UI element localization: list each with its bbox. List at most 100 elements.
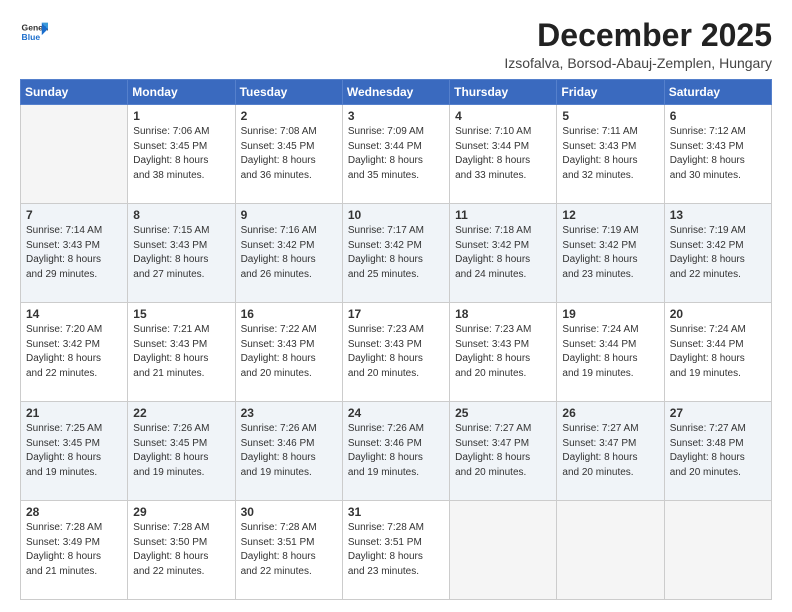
calendar-cell	[664, 501, 771, 600]
calendar-cell: 9 Sunrise: 7:16 AM Sunset: 3:42 PM Daylig…	[235, 204, 342, 303]
calendar-cell: 31 Sunrise: 7:28 AM Sunset: 3:51 PM Dayli…	[342, 501, 449, 600]
day-info: Sunrise: 7:16 AM Sunset: 3:42 PM Dayligh…	[241, 224, 337, 282]
calendar-cell: 3Sunrise: 7:09 AM Sunset: 3:44 PM Daylig…	[342, 105, 449, 204]
calendar-cell: 5 Sunrise: 7:11 AM Sunset: 3:43 PM Daylig…	[557, 105, 664, 204]
week-row-2: 7 Sunrise: 7:14 AM Sunset: 3:43 PM Daylig…	[21, 204, 772, 303]
day-number: 9	[241, 208, 337, 222]
calendar-cell: 8Sunrise: 7:15 AM Sunset: 3:43 PM Daylig…	[128, 204, 235, 303]
svg-text:Blue: Blue	[22, 32, 41, 42]
calendar-cell	[450, 501, 557, 600]
day-info: Sunrise: 7:09 AM Sunset: 3:44 PM Dayligh…	[348, 125, 444, 183]
day-number: 27	[670, 406, 766, 420]
day-info: Sunrise: 7:23 AM Sunset: 3:43 PM Dayligh…	[455, 323, 551, 381]
day-number: 7	[26, 208, 122, 222]
day-info: Sunrise: 7:17 AM Sunset: 3:42 PM Dayligh…	[348, 224, 444, 282]
day-number: 11	[455, 208, 551, 222]
day-info: Sunrise: 7:08 AM Sunset: 3:45 PM Dayligh…	[241, 125, 337, 183]
header: General Blue December 2025 Izsofalva, Bo…	[20, 18, 772, 71]
day-info: Sunrise: 7:28 AM Sunset: 3:51 PM Dayligh…	[348, 521, 444, 579]
header-friday: Friday	[557, 80, 664, 105]
day-number: 26	[562, 406, 658, 420]
day-info: Sunrise: 7:28 AM Sunset: 3:51 PM Dayligh…	[241, 521, 337, 579]
day-number: 12	[562, 208, 658, 222]
day-number: 25	[455, 406, 551, 420]
calendar-cell: 28 Sunrise: 7:28 AM Sunset: 3:49 PM Dayli…	[21, 501, 128, 600]
day-info: Sunrise: 7:19 AM Sunset: 3:42 PM Dayligh…	[562, 224, 658, 282]
calendar-cell	[21, 105, 128, 204]
day-number: 6	[670, 109, 766, 123]
day-number: 13	[670, 208, 766, 222]
day-info: Sunrise: 7:23 AM Sunset: 3:43 PM Dayligh…	[348, 323, 444, 381]
calendar-cell: 22 Sunrise: 7:26 AM Sunset: 3:45 PM Dayli…	[128, 402, 235, 501]
day-number: 17	[348, 307, 444, 321]
calendar-cell: 19 Sunrise: 7:24 AM Sunset: 3:44 PM Dayli…	[557, 303, 664, 402]
calendar-cell: 13 Sunrise: 7:19 AM Sunset: 3:42 PM Dayli…	[664, 204, 771, 303]
day-info: Sunrise: 7:06 AM Sunset: 3:45 PM Dayligh…	[133, 125, 229, 183]
day-number: 2	[241, 109, 337, 123]
day-number: 28	[26, 505, 122, 519]
week-row-3: 14Sunrise: 7:20 AM Sunset: 3:42 PM Dayli…	[21, 303, 772, 402]
calendar-cell: 11 Sunrise: 7:18 AM Sunset: 3:42 PM Dayli…	[450, 204, 557, 303]
day-number: 24	[348, 406, 444, 420]
day-info: Sunrise: 7:27 AM Sunset: 3:47 PM Dayligh…	[562, 422, 658, 480]
title-block: December 2025 Izsofalva, Borsod-Abauj-Ze…	[504, 18, 772, 71]
day-info: Sunrise: 7:20 AM Sunset: 3:42 PM Dayligh…	[26, 323, 122, 381]
day-number: 18	[455, 307, 551, 321]
calendar-cell: 26 Sunrise: 7:27 AM Sunset: 3:47 PM Dayli…	[557, 402, 664, 501]
calendar-cell: 10 Sunrise: 7:17 AM Sunset: 3:42 PM Dayli…	[342, 204, 449, 303]
day-number: 5	[562, 109, 658, 123]
day-info: Sunrise: 7:27 AM Sunset: 3:48 PM Dayligh…	[670, 422, 766, 480]
day-info: Sunrise: 7:19 AM Sunset: 3:42 PM Dayligh…	[670, 224, 766, 282]
day-number: 8	[133, 208, 229, 222]
calendar-cell: 2 Sunrise: 7:08 AM Sunset: 3:45 PM Daylig…	[235, 105, 342, 204]
calendar-cell: 25 Sunrise: 7:27 AM Sunset: 3:47 PM Dayli…	[450, 402, 557, 501]
day-info: Sunrise: 7:24 AM Sunset: 3:44 PM Dayligh…	[562, 323, 658, 381]
day-info: Sunrise: 7:26 AM Sunset: 3:46 PM Dayligh…	[241, 422, 337, 480]
day-info: Sunrise: 7:11 AM Sunset: 3:43 PM Dayligh…	[562, 125, 658, 183]
calendar-cell: 14Sunrise: 7:20 AM Sunset: 3:42 PM Dayli…	[21, 303, 128, 402]
day-info: Sunrise: 7:18 AM Sunset: 3:42 PM Dayligh…	[455, 224, 551, 282]
week-row-4: 21Sunrise: 7:25 AM Sunset: 3:45 PM Dayli…	[21, 402, 772, 501]
day-info: Sunrise: 7:26 AM Sunset: 3:46 PM Dayligh…	[348, 422, 444, 480]
calendar-cell	[557, 501, 664, 600]
calendar-cell: 30 Sunrise: 7:28 AM Sunset: 3:51 PM Dayli…	[235, 501, 342, 600]
day-info: Sunrise: 7:28 AM Sunset: 3:49 PM Dayligh…	[26, 521, 122, 579]
calendar-cell: 7 Sunrise: 7:14 AM Sunset: 3:43 PM Daylig…	[21, 204, 128, 303]
week-row-1: 1 Sunrise: 7:06 AM Sunset: 3:45 PM Daylig…	[21, 105, 772, 204]
day-number: 15	[133, 307, 229, 321]
calendar-cell: 6Sunrise: 7:12 AM Sunset: 3:43 PM Daylig…	[664, 105, 771, 204]
day-number: 10	[348, 208, 444, 222]
header-thursday: Thursday	[450, 80, 557, 105]
calendar-cell: 20Sunrise: 7:24 AM Sunset: 3:44 PM Dayli…	[664, 303, 771, 402]
day-info: Sunrise: 7:14 AM Sunset: 3:43 PM Dayligh…	[26, 224, 122, 282]
day-number: 16	[241, 307, 337, 321]
logo: General Blue	[20, 18, 48, 46]
header-saturday: Saturday	[664, 80, 771, 105]
header-wednesday: Wednesday	[342, 80, 449, 105]
calendar-table: Sunday Monday Tuesday Wednesday Thursday…	[20, 79, 772, 600]
day-number: 31	[348, 505, 444, 519]
day-info: Sunrise: 7:28 AM Sunset: 3:50 PM Dayligh…	[133, 521, 229, 579]
day-number: 19	[562, 307, 658, 321]
subtitle: Izsofalva, Borsod-Abauj-Zemplen, Hungary	[504, 55, 772, 71]
calendar-cell: 23Sunrise: 7:26 AM Sunset: 3:46 PM Dayli…	[235, 402, 342, 501]
day-number: 29	[133, 505, 229, 519]
header-sunday: Sunday	[21, 80, 128, 105]
calendar-cell: 1 Sunrise: 7:06 AM Sunset: 3:45 PM Daylig…	[128, 105, 235, 204]
day-info: Sunrise: 7:24 AM Sunset: 3:44 PM Dayligh…	[670, 323, 766, 381]
day-number: 30	[241, 505, 337, 519]
logo-icon: General Blue	[20, 18, 48, 46]
calendar-cell: 15Sunrise: 7:21 AM Sunset: 3:43 PM Dayli…	[128, 303, 235, 402]
day-number: 4	[455, 109, 551, 123]
day-number: 22	[133, 406, 229, 420]
calendar-cell: 18 Sunrise: 7:23 AM Sunset: 3:43 PM Dayli…	[450, 303, 557, 402]
calendar-cell: 12 Sunrise: 7:19 AM Sunset: 3:42 PM Dayli…	[557, 204, 664, 303]
day-number: 1	[133, 109, 229, 123]
day-info: Sunrise: 7:10 AM Sunset: 3:44 PM Dayligh…	[455, 125, 551, 183]
calendar-cell: 4 Sunrise: 7:10 AM Sunset: 3:44 PM Daylig…	[450, 105, 557, 204]
day-info: Sunrise: 7:22 AM Sunset: 3:43 PM Dayligh…	[241, 323, 337, 381]
weekday-header-row: Sunday Monday Tuesday Wednesday Thursday…	[21, 80, 772, 105]
day-info: Sunrise: 7:27 AM Sunset: 3:47 PM Dayligh…	[455, 422, 551, 480]
day-number: 21	[26, 406, 122, 420]
day-info: Sunrise: 7:26 AM Sunset: 3:45 PM Dayligh…	[133, 422, 229, 480]
